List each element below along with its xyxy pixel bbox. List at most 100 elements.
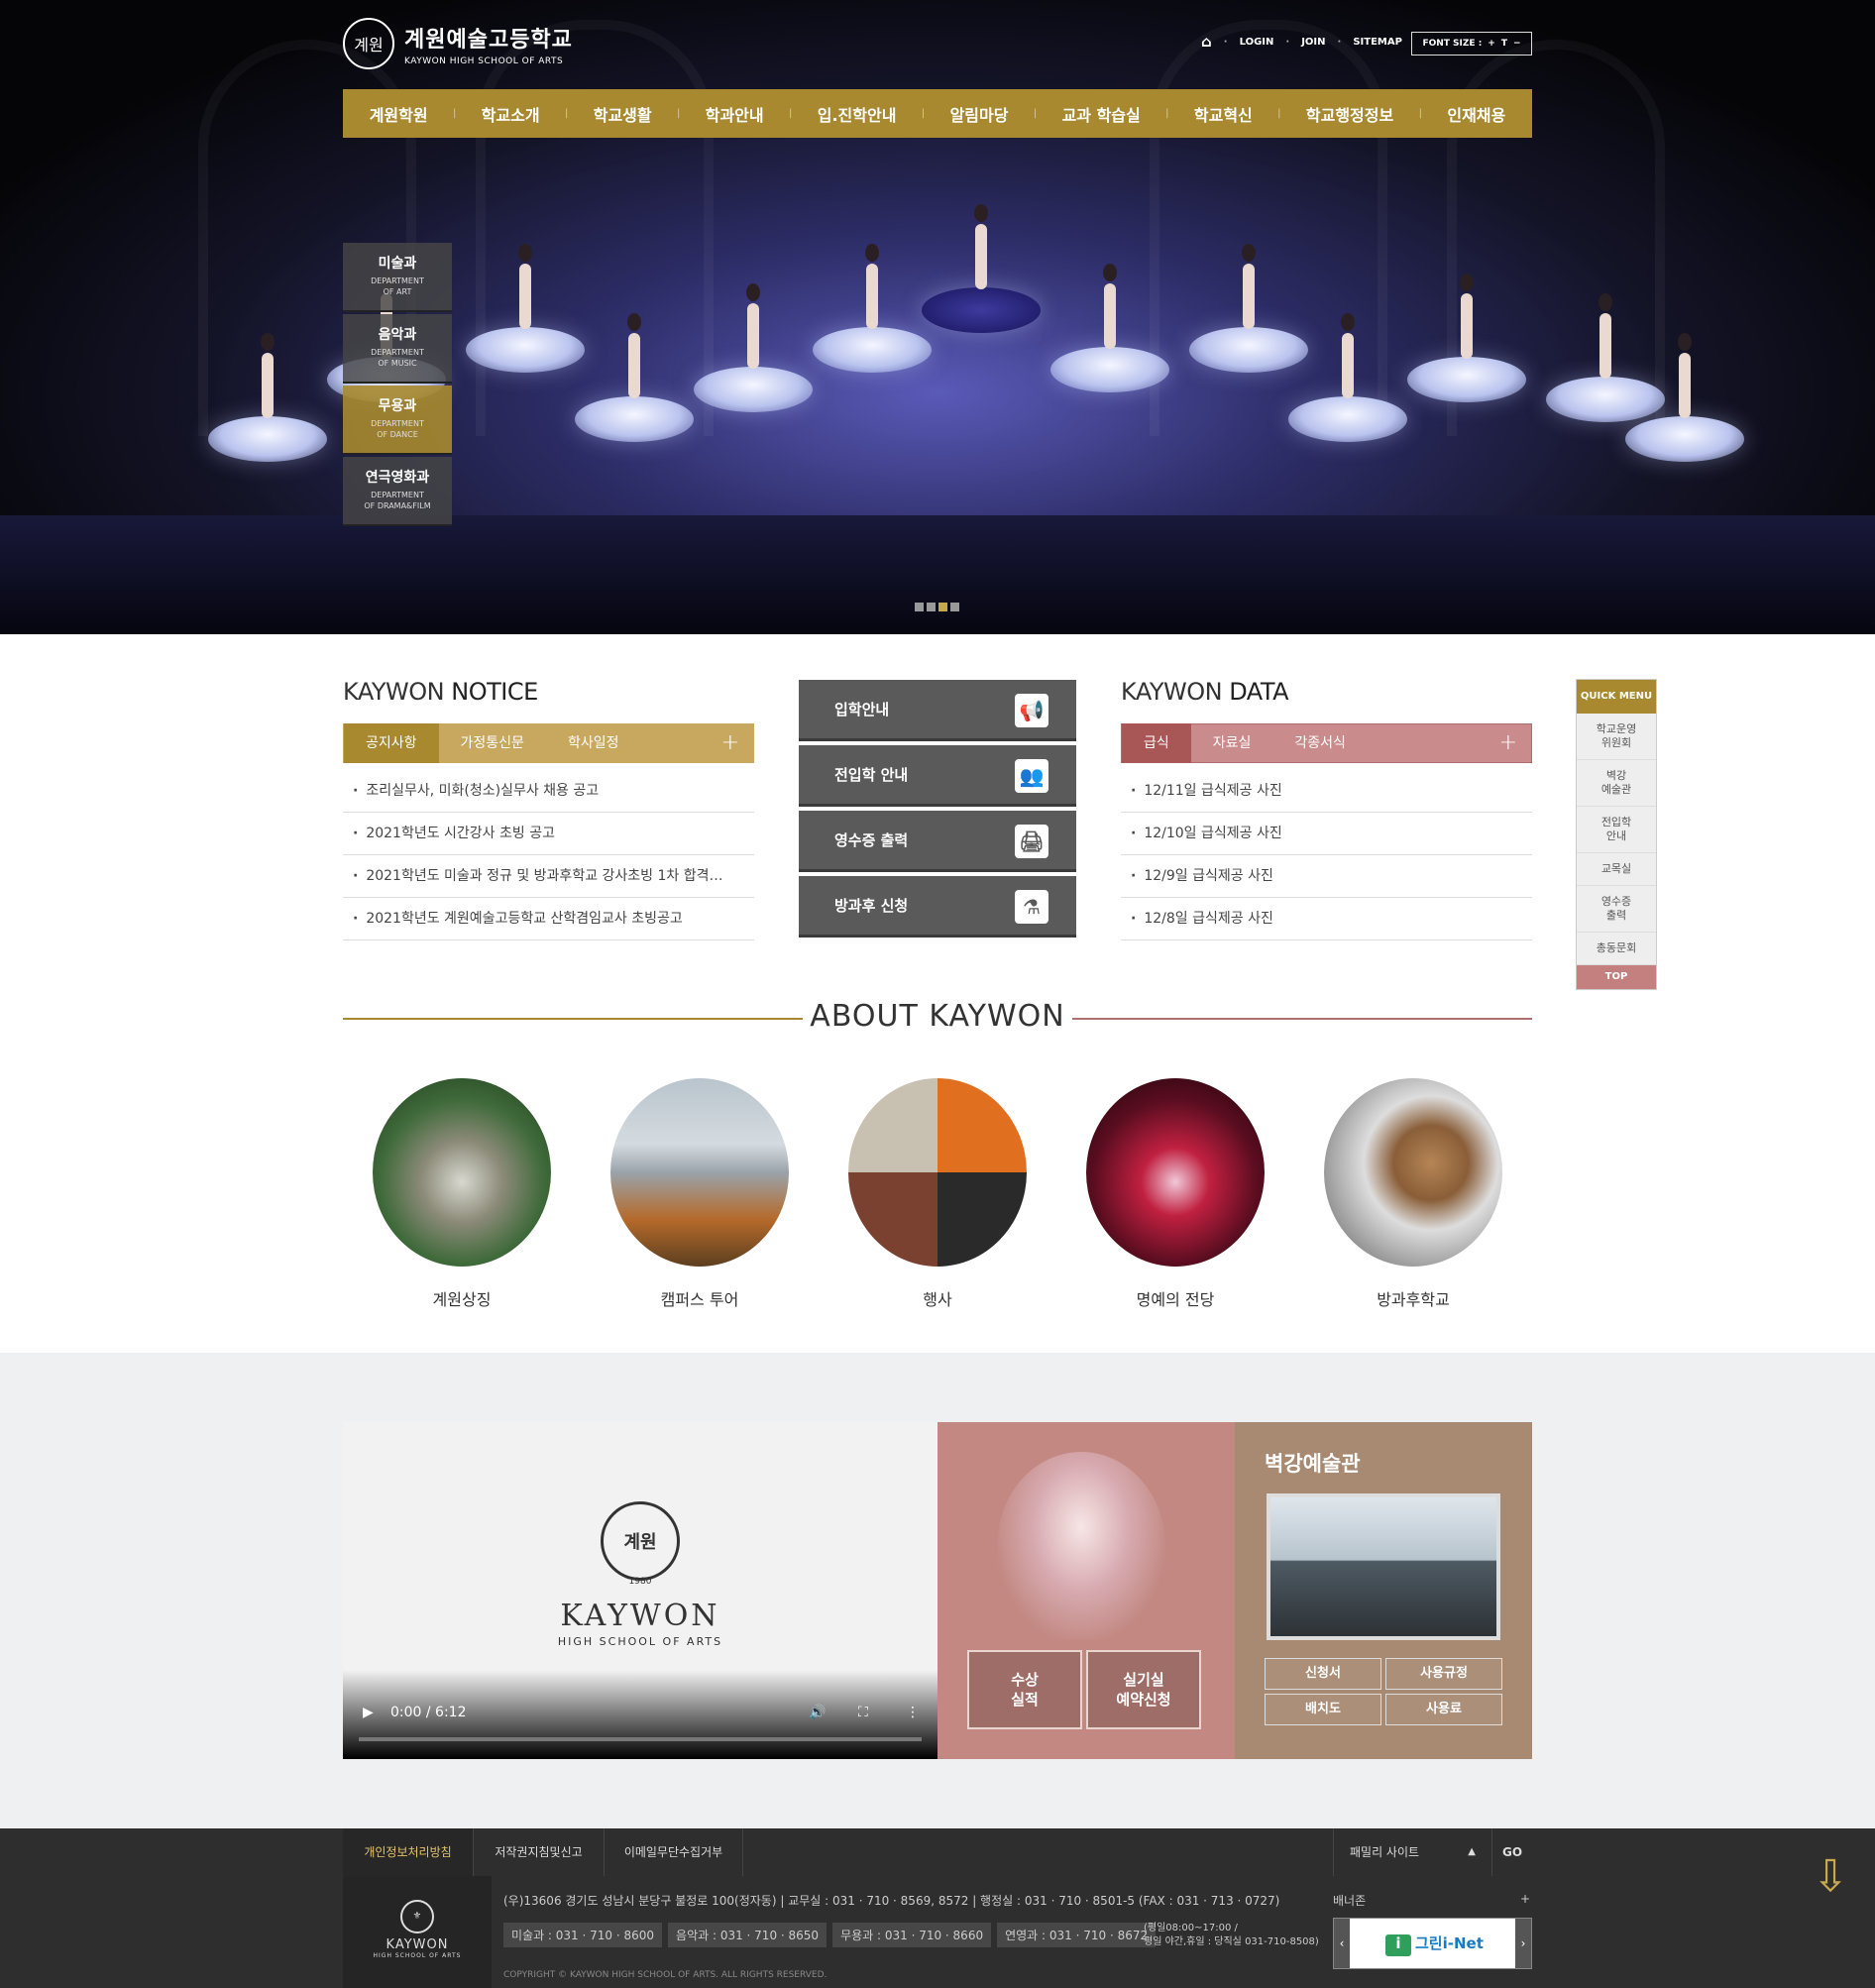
fees-button[interactable]: 사용료: [1385, 1694, 1502, 1725]
email-refusal-link[interactable]: 이메일무단수집거부: [605, 1828, 743, 1876]
list-item[interactable]: 2021학년도 시간강사 초빙 공고: [343, 813, 754, 855]
flask-icon: ⚗: [1015, 890, 1048, 924]
dept-tab-dance[interactable]: 무용과 DEPARTMENT OF DANCE: [343, 386, 452, 455]
banner-prev-icon[interactable]: ‹: [1334, 1919, 1350, 1968]
about-item-campus-tour[interactable]: 캠퍼스 투어: [610, 1078, 789, 1310]
admission-guide-button[interactable]: 입학안내 📢: [799, 680, 1076, 741]
notice-more-icon[interactable]: +: [721, 730, 739, 755]
practice-room-booking-button[interactable]: 실기실 예약신청: [1086, 1650, 1201, 1729]
about-item-events[interactable]: 행사: [848, 1078, 1027, 1310]
font-decrease-button[interactable]: −: [1513, 39, 1521, 49]
fullscreen-icon[interactable]: ⛶: [858, 1705, 868, 1720]
quick-menu-item[interactable]: 전입학 안내: [1577, 807, 1656, 853]
dept-tab-music[interactable]: 음악과 DEPARTMENT OF MUSIC: [343, 314, 452, 384]
list-item[interactable]: 2021학년도 계원예술고등학교 산학겸임교사 초빙공고: [343, 898, 754, 940]
play-icon[interactable]: ▶: [363, 1705, 374, 1720]
banner-green-inet[interactable]: i 그린i-Net: [1385, 1933, 1484, 1956]
video-controls: ▶ 0:00 / 6:12 🔊 ⛶ ⋮: [343, 1670, 938, 1759]
phone-badge: 연영과 : 031 · 710 · 8672: [997, 1923, 1157, 1947]
more-options-icon[interactable]: ⋮: [906, 1705, 920, 1720]
quick-menu-header: QUICK MENU: [1577, 680, 1656, 714]
afterschool-photo: [1324, 1078, 1502, 1267]
logo-english: KAYWON HIGH SCHOOL OF ARTS: [404, 55, 564, 66]
volume-icon[interactable]: 🔊: [809, 1705, 826, 1720]
afterschool-apply-button[interactable]: 방과후 신청 ⚗: [799, 876, 1076, 938]
promo-video[interactable]: 계원 1980 KAYWON HIGH SCHOOL OF ARTS ▶ 0:0…: [343, 1422, 938, 1759]
hall-photo: [1267, 1493, 1500, 1640]
privacy-policy-link[interactable]: 개인정보처리방침: [343, 1828, 474, 1876]
quick-menu-item[interactable]: 교목실: [1577, 853, 1656, 886]
list-item[interactable]: 조리실무사, 미화(청소)실무사 채용 공고: [343, 770, 754, 813]
receipt-print-button[interactable]: 영수증 출력 🖨: [799, 811, 1076, 872]
button-label: 전입학 안내: [834, 766, 909, 784]
font-reset-button[interactable]: T: [1501, 39, 1507, 49]
data-title-light: KAYWON: [1121, 678, 1230, 706]
slide-dot[interactable]: [915, 603, 924, 611]
quick-menu-item[interactable]: 학교운영 위원회: [1577, 714, 1656, 760]
list-item[interactable]: 12/8일 급식제공 사진: [1121, 898, 1532, 940]
banner-next-icon[interactable]: ›: [1515, 1919, 1531, 1968]
about-caption: 계원상징: [432, 1290, 492, 1309]
about-caption: 명예의 전당: [1136, 1290, 1215, 1309]
family-site-select[interactable]: 패밀리 사이트 ▲: [1333, 1828, 1491, 1876]
notice-list: 조리실무사, 미화(청소)실무사 채용 공고 2021학년도 시간강사 초빙 공…: [343, 770, 754, 940]
font-increase-button[interactable]: +: [1488, 39, 1495, 49]
dept-name: 연극영화과: [365, 470, 430, 486]
notice-title: KAYWON NOTICE: [343, 678, 538, 706]
usage-rules-button[interactable]: 사용규정: [1385, 1658, 1502, 1690]
site-logo[interactable]: 계원 계원예술고등학교 KAYWON HIGH SCHOOL OF ARTS: [343, 18, 573, 69]
quick-menu-item[interactable]: 영수증 출력: [1577, 886, 1656, 933]
slide-dot[interactable]: [950, 603, 959, 611]
home-icon[interactable]: ⌂: [1201, 33, 1212, 51]
dept-tab-art[interactable]: 미술과 DEPARTMENT OF ART: [343, 243, 452, 312]
quick-menu-item[interactable]: 총동문회: [1577, 933, 1656, 965]
tab-calendar[interactable]: 학사일정: [546, 723, 641, 763]
nav-item-school-life[interactable]: 학교생활: [594, 102, 652, 126]
banner-zone-label: 배너존 +: [1333, 1892, 1530, 1908]
dept-tab-drama-film[interactable]: 연극영화과 DEPARTMENT OF DRAMA&FILM: [343, 457, 452, 526]
nav-item-admin-info[interactable]: 학교행정정보: [1306, 102, 1393, 126]
nav-item-notices[interactable]: 알림마당: [950, 102, 1009, 126]
nav-item-admissions[interactable]: 입.진학안내: [818, 102, 897, 126]
department-phones: 미술과 : 031 · 710 · 8600 음악과 : 031 · 710 ·…: [503, 1923, 1157, 1947]
video-progress-bar[interactable]: [359, 1737, 922, 1741]
about-item-hall-of-fame[interactable]: 명예의 전당: [1086, 1078, 1265, 1310]
about-item-afterschool[interactable]: 방과후학교: [1324, 1078, 1502, 1310]
nav-item-recruitment[interactable]: 인재채용: [1447, 102, 1505, 126]
tab-forms[interactable]: 각종서식: [1272, 723, 1368, 763]
go-button[interactable]: GO: [1491, 1828, 1532, 1876]
list-item[interactable]: 2021학년도 미술과 정규 및 방과후학교 강사초빙 1차 합격…: [343, 855, 754, 898]
nav-item-departments[interactable]: 학과안내: [706, 102, 764, 126]
slide-dot[interactable]: [927, 603, 936, 611]
scroll-top-button[interactable]: TOP: [1577, 965, 1656, 989]
login-link[interactable]: LOGIN: [1240, 37, 1274, 48]
floor-plan-button[interactable]: 배치도: [1265, 1694, 1381, 1725]
copyright-policy-link[interactable]: 저작권지침및신고: [474, 1828, 605, 1876]
transfer-guide-button[interactable]: 전입학 안내 👥: [799, 745, 1076, 807]
list-item[interactable]: 12/10일 급식제공 사진: [1121, 813, 1532, 855]
nav-item-innovation[interactable]: 학교혁신: [1194, 102, 1253, 126]
dept-en-line2: OF DRAMA&FILM: [364, 501, 431, 510]
sitemap-link[interactable]: SITEMAP: [1353, 37, 1402, 48]
slide-dot-active[interactable]: [938, 603, 947, 611]
school-emblem-icon: 계원: [343, 18, 394, 69]
join-link[interactable]: JOIN: [1301, 37, 1325, 48]
list-item[interactable]: 12/11일 급식제공 사진: [1121, 770, 1532, 813]
list-item[interactable]: 12/9일 급식제공 사진: [1121, 855, 1532, 898]
tab-newsletter[interactable]: 가정통신문: [439, 723, 546, 763]
data-more-icon[interactable]: +: [1499, 730, 1517, 755]
tab-archive[interactable]: 자료실: [1191, 723, 1273, 763]
scroll-down-arrow-icon[interactable]: ⇩: [1806, 1853, 1855, 1901]
quick-menu-item[interactable]: 벽강 예술관: [1577, 760, 1656, 807]
application-form-button[interactable]: 신청서: [1265, 1658, 1381, 1690]
nav-item-kaywon-foundation[interactable]: 계원학원: [370, 102, 428, 126]
nav-item-study-room[interactable]: 교과 학습실: [1062, 102, 1141, 126]
dept-name: 미술과: [378, 256, 417, 272]
nav-item-about[interactable]: 학교소개: [482, 102, 540, 126]
awards-button[interactable]: 수상 실적: [967, 1650, 1082, 1729]
tab-meals[interactable]: 급식: [1122, 723, 1191, 763]
about-caption: 행사: [923, 1290, 952, 1309]
banner-more-icon[interactable]: +: [1520, 1892, 1530, 1906]
tab-notice[interactable]: 공지사항: [344, 723, 439, 763]
about-item-symbol[interactable]: 계원상징: [373, 1078, 551, 1310]
